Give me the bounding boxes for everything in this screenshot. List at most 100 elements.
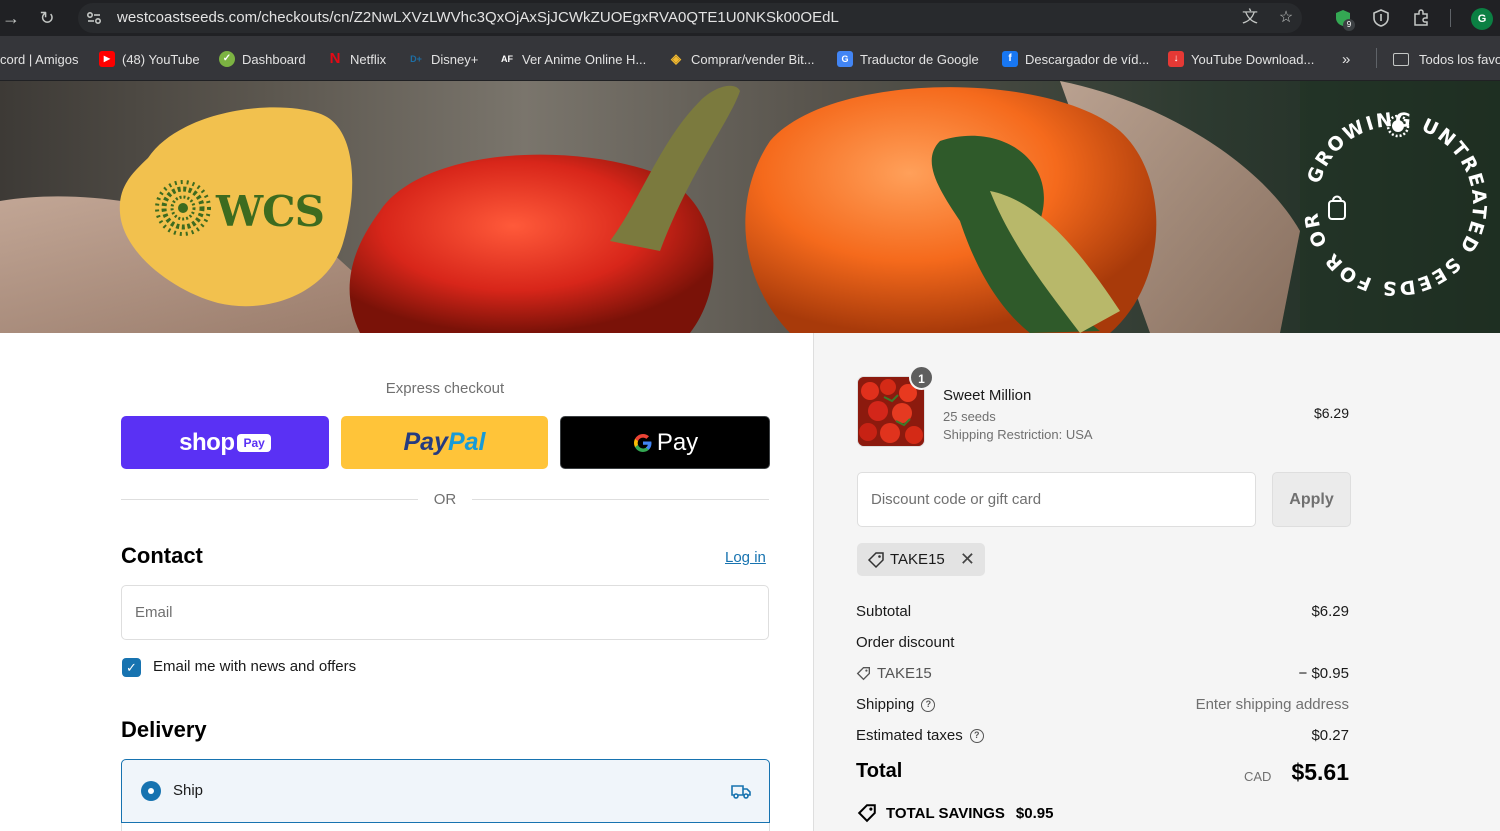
shop-pay-button[interactable]: shop Pay (121, 416, 329, 469)
extension-shield-icon[interactable]: 9 (1333, 8, 1355, 31)
bookmark-translate[interactable]: G Traductor de Google (837, 49, 979, 69)
shipping-restriction: Shipping Restriction: USA (943, 427, 1093, 442)
bookmark-label: Descargador de víd... (1025, 51, 1150, 67)
bookmarks-bar: cord | Amigos ▶ (48) YouTube ✓ Dashboard… (0, 36, 1500, 81)
truck-icon (731, 785, 751, 799)
taxes-row: Estimated taxes ? (856, 727, 984, 744)
bookmarks-divider (1376, 48, 1377, 68)
hero-banner: WCS GROWING UNTREATED SEEDS FOR ORGANIC (0, 81, 1500, 333)
bookmark-label: Traductor de Google (860, 51, 979, 67)
order-discount-label: Order discount (856, 634, 955, 651)
discount-value: − $0.95 (1298, 665, 1349, 682)
product-price: $6.29 (1313, 405, 1349, 421)
folder-icon (1393, 52, 1409, 66)
extensions-puzzle-icon[interactable] (1411, 8, 1431, 28)
bookmark-label: Netflix (350, 51, 387, 67)
email-field[interactable]: Email (121, 585, 769, 640)
applied-discount-chip: TAKE15 ✕ (857, 543, 985, 576)
applied-code-label: TAKE15 (890, 551, 945, 568)
total-savings: TOTAL SAVINGS $0.95 (857, 803, 1053, 823)
order-summary: 1 Sweet Million 25 seeds Shipping Restri… (813, 333, 1500, 831)
download-icon: ↓ (1168, 51, 1184, 67)
ship-radio[interactable] (141, 781, 161, 801)
quantity-badge: 1 (909, 365, 934, 390)
discount-placeholder: Discount code or gift card (871, 491, 1042, 508)
shipping-value: Enter shipping address (1195, 696, 1349, 713)
bookmark-youtube-downloader[interactable]: ↓ YouTube Download... (1168, 49, 1314, 69)
total-amount: $5.61 (1291, 759, 1349, 785)
bookmark-binance[interactable]: ◈ Comprar/vender Bit... (668, 49, 815, 69)
discount-code-row: TAKE15 (856, 665, 932, 682)
seed-bag-icon (1328, 195, 1346, 220)
bookmark-label: cord | Amigos (0, 51, 79, 67)
google-pay-button[interactable]: Pay (560, 416, 770, 469)
delivery-heading: Delivery (121, 717, 207, 742)
bookmark-youtube[interactable]: ▶ (48) YouTube (99, 49, 200, 69)
discount-code-label: TAKE15 (877, 665, 932, 682)
shipping-help-icon[interactable]: ? (921, 697, 936, 712)
netflix-icon: N (329, 50, 341, 67)
bookmark-label: Disney+ (431, 51, 479, 67)
dashboard-icon: ✓ (219, 51, 235, 67)
savings-tag-icon (857, 804, 876, 823)
bookmark-label: Ver Anime Online H... (522, 51, 647, 67)
shop-pay-pill: Pay (237, 433, 271, 452)
profile-avatar[interactable]: G (1471, 8, 1493, 30)
bookmark-label: Comprar/vender Bit... (691, 51, 815, 67)
express-checkout-label: Express checkout (385, 380, 505, 397)
paypal-button[interactable]: Pay Pal (341, 416, 548, 469)
bookmark-anime[interactable]: AF Ver Anime Online H... (499, 49, 646, 69)
logo-text: WCS (216, 187, 325, 236)
newsletter-label[interactable]: Email me with news and offers (153, 658, 356, 675)
bookmark-discord[interactable]: cord | Amigos (0, 49, 79, 69)
taxes-label: Estimated taxes (856, 727, 963, 744)
taxes-help-icon[interactable]: ? (969, 728, 984, 743)
total-label: Total (856, 760, 903, 782)
bookmark-facebook-downloader[interactable]: f Descargador de víd... (1002, 49, 1149, 69)
bookmark-dashboard[interactable]: ✓ Dashboard (219, 49, 306, 69)
subtotal-label: Subtotal (856, 603, 912, 620)
youtube-icon: ▶ (99, 51, 115, 67)
bookmark-star-icon[interactable]: ☆ (1276, 8, 1296, 28)
login-link[interactable]: Log in (725, 549, 766, 566)
gpay-label: Pay (656, 428, 699, 456)
url-text[interactable]: westcoastseeds.com/checkouts/cn/Z2NwLXVz… (117, 9, 839, 26)
shipping-row: Shipping ? (856, 696, 936, 713)
contact-heading: Contact (121, 543, 203, 568)
ship-label: Ship (173, 782, 204, 799)
bookmark-disney[interactable]: D+ Disney+ (408, 49, 478, 69)
animeflv-icon: AF (501, 54, 513, 64)
divider-line (472, 499, 769, 500)
site-settings-icon[interactable] (84, 8, 104, 28)
ship-option[interactable]: Ship (121, 759, 770, 823)
back-icon[interactable]: → (0, 7, 22, 29)
apply-discount-button[interactable]: Apply (1272, 472, 1351, 527)
taxes-value: $0.27 (1311, 727, 1349, 744)
discount-code-input[interactable]: Discount code or gift card (857, 472, 1256, 527)
product-variant: 25 seeds (943, 409, 996, 424)
browser-toolbar: → ↻ westcoastseeds.com/checkouts/cn/Z2Nw… (0, 0, 1500, 36)
bookmark-label: YouTube Download... (1191, 51, 1315, 67)
adblock-shield-icon[interactable] (1371, 8, 1391, 28)
more-bookmarks-button[interactable]: » (1342, 49, 1350, 69)
currency-code: CAD (1244, 769, 1272, 784)
subtotal-value: $6.29 (1311, 603, 1349, 620)
bookmark-netflix[interactable]: N Netflix (327, 49, 387, 69)
pickup-option[interactable] (121, 823, 770, 831)
or-divider: OR (121, 490, 769, 510)
translate-page-icon[interactable]: 文 (1240, 8, 1260, 28)
paypal-label-pay: Pay (403, 428, 448, 456)
facebook-icon: f (1002, 51, 1018, 67)
savings-value: $0.95 (1015, 804, 1054, 822)
product-name: Sweet Million (943, 387, 1032, 404)
all-bookmarks-folder[interactable]: Todos los favo (1393, 49, 1500, 69)
reload-icon[interactable]: ↻ (36, 7, 58, 29)
remove-discount-icon[interactable]: ✕ (960, 549, 975, 570)
google-g-icon (633, 433, 652, 452)
translate-icon: G (837, 51, 853, 67)
toolbar-divider (1450, 9, 1451, 27)
newsletter-checkbox[interactable]: ✓ (122, 658, 141, 677)
bookmark-label: Dashboard (242, 51, 306, 67)
paypal-label-pal: Pal (447, 428, 486, 456)
bookmark-label: (48) YouTube (122, 51, 200, 67)
